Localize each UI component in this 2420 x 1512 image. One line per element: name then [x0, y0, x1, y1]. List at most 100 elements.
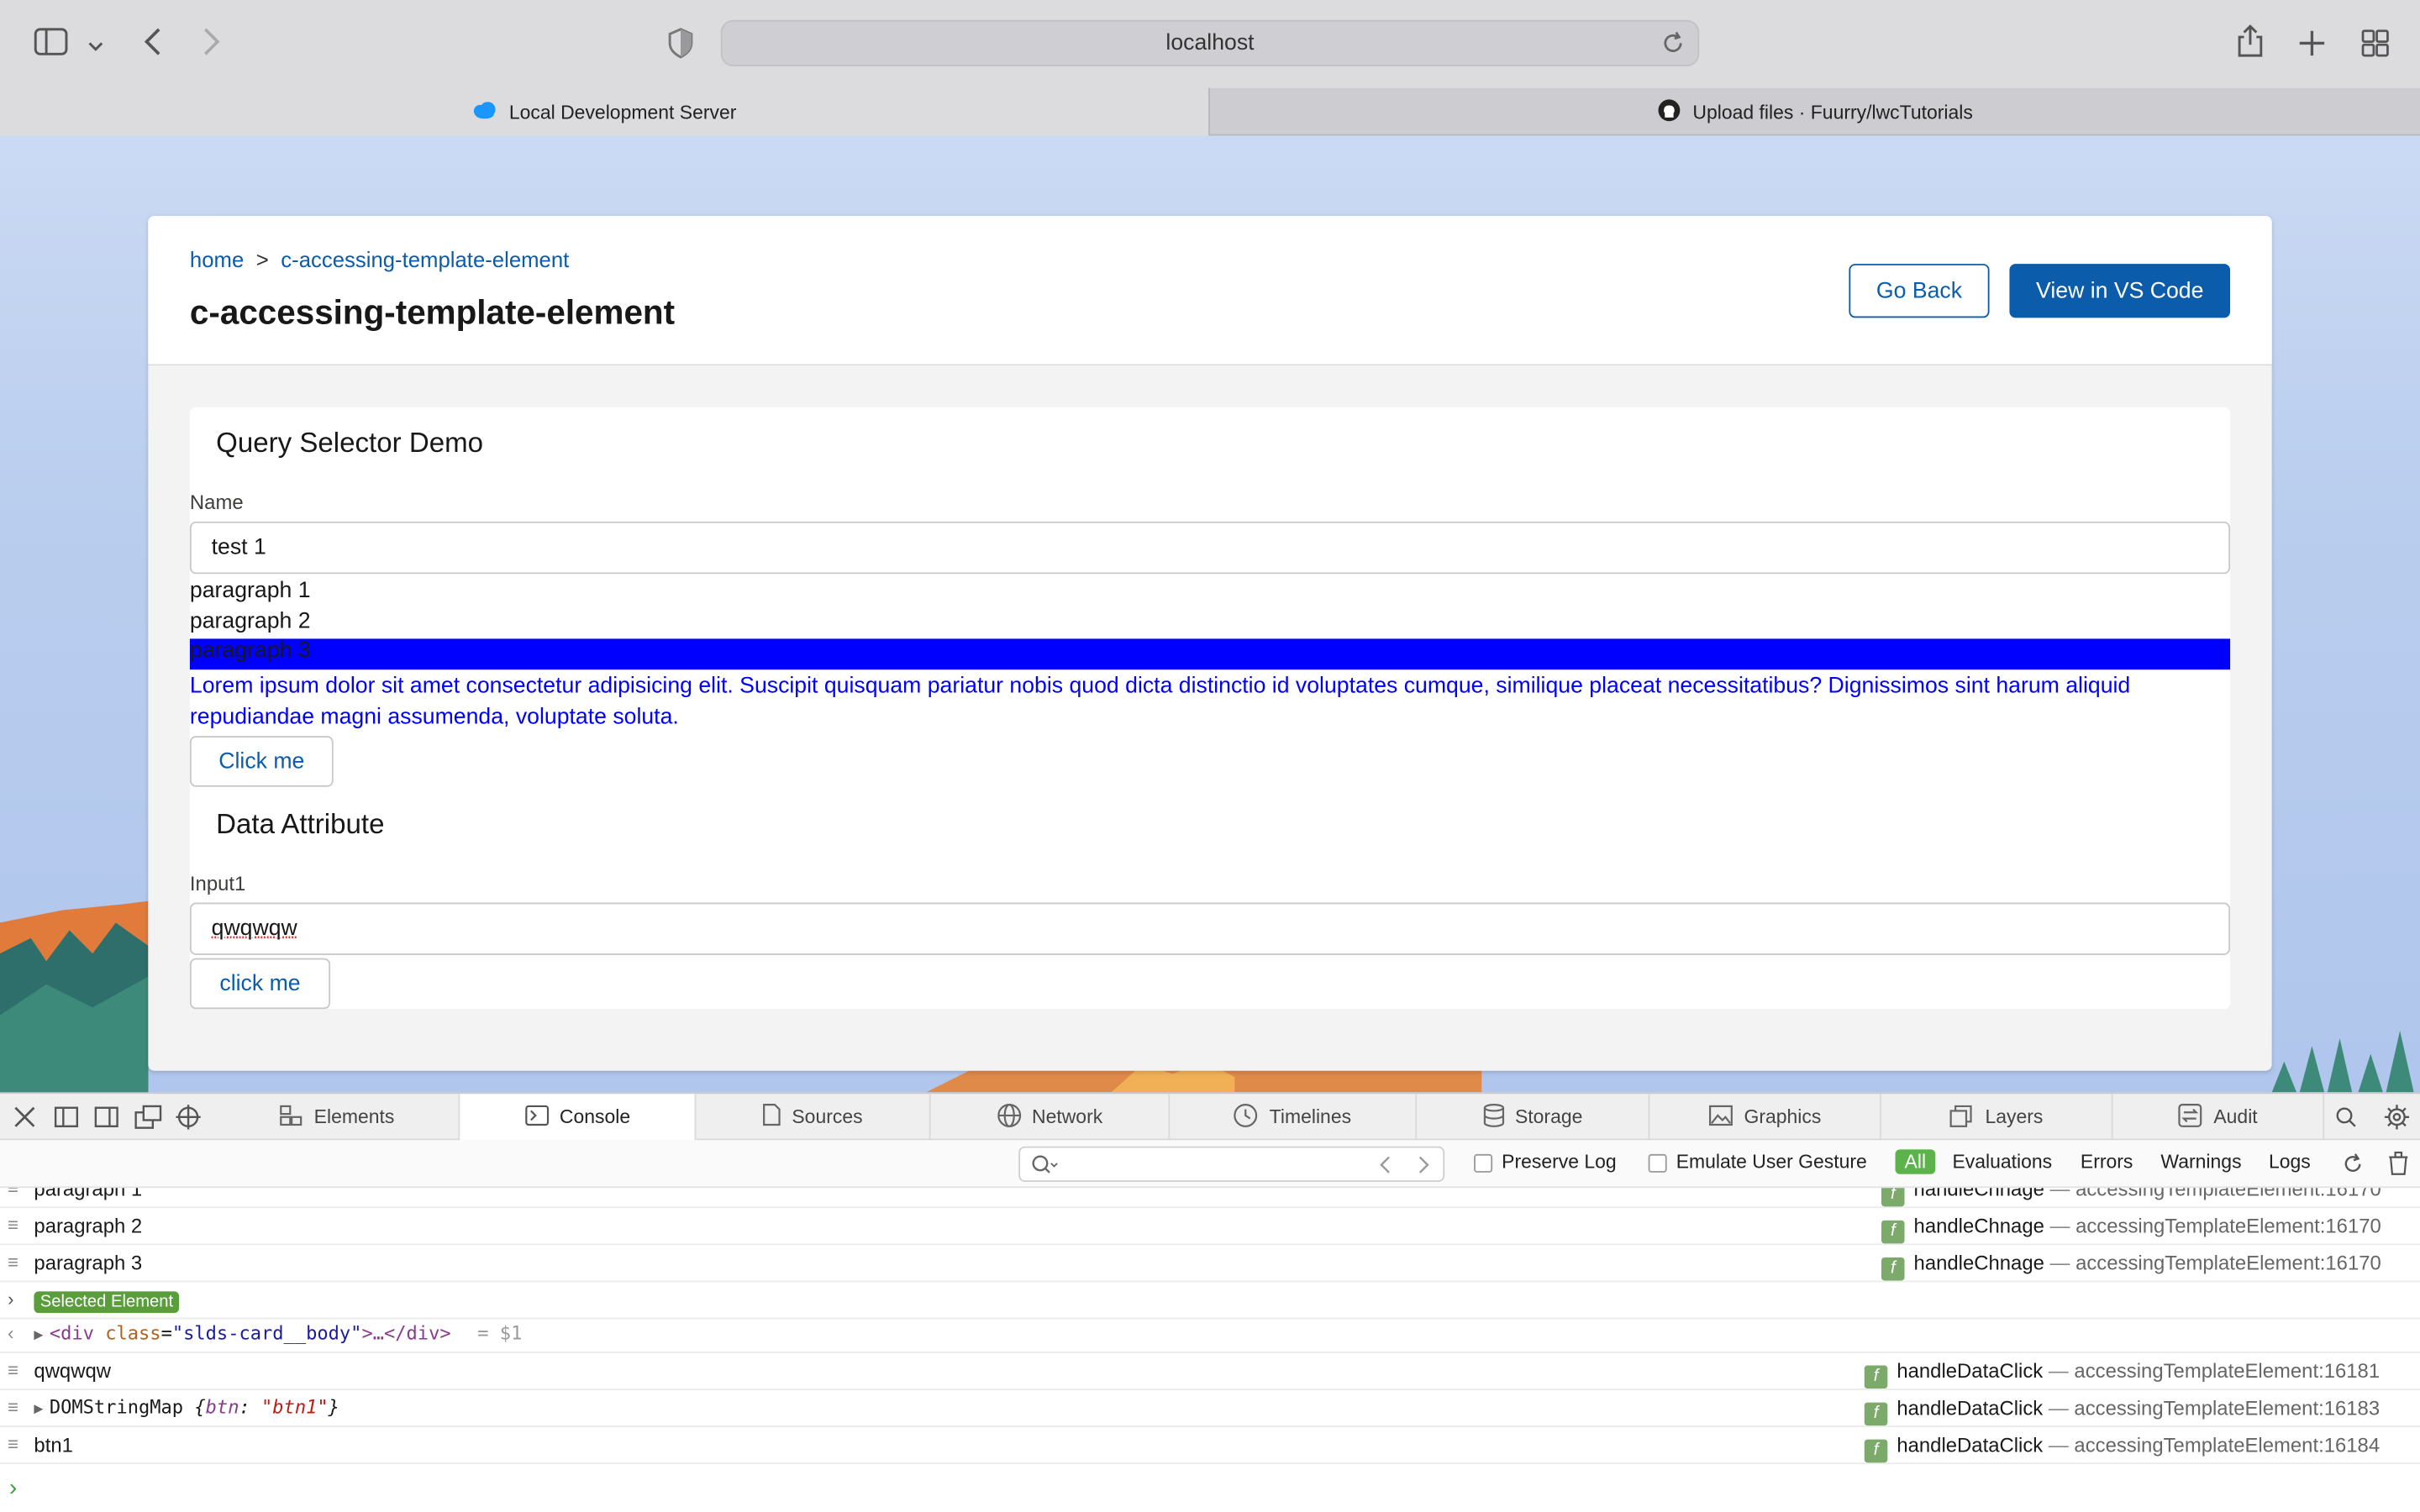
tab-console[interactable]: Console: [460, 1094, 697, 1141]
privacy-shield-icon[interactable]: [666, 28, 694, 65]
next-result-icon[interactable]: [1415, 1156, 1430, 1179]
console-row-selected-element: › Selected Element: [0, 1282, 2420, 1320]
log-icon: ≡: [8, 1433, 19, 1456]
input1-value: qwqwqw: [211, 916, 297, 942]
filter-all-button[interactable]: All: [1895, 1149, 1936, 1174]
source-location: accessingTemplateElement:16170: [2075, 1251, 2381, 1275]
element-ref: = $1: [477, 1322, 523, 1344]
tab-sources[interactable]: Sources: [696, 1094, 931, 1141]
tab-storage[interactable]: Storage: [1417, 1094, 1650, 1141]
back-icon[interactable]: [142, 26, 164, 63]
element-node[interactable]: ▶ <div class="slds-card__body">…</div> = …: [34, 1322, 522, 1344]
tab-overview-icon[interactable]: [2361, 29, 2389, 63]
console-icon: [524, 1104, 549, 1130]
undock-icon[interactable]: [134, 1105, 162, 1137]
preserve-log-checkbox[interactable]: [1474, 1153, 1493, 1173]
click-me-button[interactable]: Click me: [189, 736, 334, 787]
breadcrumb: home > c-accessing-template-element: [190, 247, 569, 271]
database-icon: [1482, 1102, 1504, 1131]
preserve-log-label: Preserve Log: [1502, 1151, 1617, 1173]
gear-icon[interactable]: [2384, 1105, 2410, 1137]
console-source[interactable]: f handleChnage — accessingTemplateElement…: [1881, 1215, 2381, 1244]
paragraph-3-highlighted: paragraph 3: [189, 638, 2231, 670]
search-icon[interactable]: [2335, 1106, 2357, 1136]
source-fn: handleChnage: [1913, 1214, 2044, 1238]
console-source[interactable]: f handleDataClick — accessingTemplateElem…: [1864, 1433, 2380, 1463]
share-icon[interactable]: [2236, 24, 2264, 65]
filter-warnings-button[interactable]: Warnings: [2160, 1151, 2241, 1173]
console-message: paragraph 1: [34, 1188, 143, 1200]
dock-bottom-icon[interactable]: [54, 1106, 79, 1136]
inspect-target-icon[interactable]: [176, 1105, 201, 1137]
chevron-down-icon[interactable]: [87, 31, 105, 62]
tab-graphics[interactable]: Graphics: [1649, 1094, 1881, 1141]
element-tag-rest: >…</div>: [361, 1322, 451, 1344]
tab-audit[interactable]: Audit: [2112, 1094, 2325, 1141]
tab-timelines[interactable]: Timelines: [1170, 1094, 1418, 1141]
source-fn: handleChnage: [1913, 1188, 2044, 1200]
result-arrow-icon: ‹: [8, 1322, 14, 1344]
console-message-object[interactable]: ▶ DOMStringMap {btn: "btn1"}: [34, 1396, 339, 1418]
emulate-gesture-checkbox[interactable]: [1648, 1153, 1667, 1173]
disclosure-triangle-icon[interactable]: ▶: [34, 1401, 43, 1418]
expand-chevron-icon[interactable]: ›: [8, 1289, 13, 1310]
page-title: c-accessing-template-element: [189, 292, 676, 332]
go-back-button[interactable]: Go Back: [1849, 264, 1990, 318]
console-source[interactable]: f handleChnage — accessingTemplateElement…: [1881, 1252, 2381, 1281]
paragraph-2: paragraph 2: [189, 609, 311, 634]
console-row: ≡ paragraph 3 f handleChnage — accessingT…: [0, 1245, 2420, 1283]
element-attr-value: "slds-card__body": [171, 1322, 362, 1344]
console-filter-bar: Preserve Log Emulate User Gesture All Ev…: [0, 1140, 2420, 1189]
filter-errors-button[interactable]: Errors: [2081, 1151, 2133, 1173]
console-source[interactable]: f handleChnage — accessingTemplateElement…: [1881, 1188, 2381, 1207]
console-source[interactable]: f handleDataClick — accessingTemplateElem…: [1864, 1396, 2380, 1426]
tab-timelines-label: Timelines: [1269, 1105, 1352, 1128]
log-icon: ≡: [8, 1214, 19, 1236]
breadcrumb-current-link[interactable]: c-accessing-template-element: [281, 247, 569, 271]
browser-tab-local-dev[interactable]: Local Development Server: [0, 87, 1209, 136]
data-click-me-button[interactable]: click me: [189, 958, 331, 1010]
sources-icon: [762, 1103, 781, 1131]
tab-layers[interactable]: Layers: [1881, 1094, 2113, 1141]
source-location: accessingTemplateElement:16170: [2075, 1188, 2381, 1200]
console-source[interactable]: f handleDataClick — accessingTemplateElem…: [1864, 1359, 2380, 1389]
element-tag-open: <div: [49, 1322, 94, 1344]
console-prompt[interactable]: ›: [0, 1466, 2420, 1512]
prev-result-icon[interactable]: [1378, 1156, 1393, 1179]
source-dash: —: [2048, 1359, 2069, 1383]
tab-sources-label: Sources: [792, 1105, 863, 1128]
card-header: home > c-accessing-template-element c-ac…: [148, 216, 2272, 366]
name-input[interactable]: test 1: [189, 521, 2231, 575]
filter-logs-button[interactable]: Logs: [2269, 1151, 2311, 1173]
tab-console-label: Console: [559, 1105, 631, 1128]
filter-evaluations-button[interactable]: Evaluations: [1952, 1151, 2052, 1173]
tab-layers-label: Layers: [1985, 1105, 2044, 1128]
breadcrumb-home-link[interactable]: home: [190, 247, 244, 271]
clear-console-icon[interactable]: [2387, 1151, 2409, 1180]
browser-tab-github[interactable]: Upload files · Fuurry/lwcTutorials: [1208, 87, 2420, 136]
element-attr-name: class: [105, 1322, 161, 1344]
paragraph-1: paragraph 1: [189, 578, 311, 604]
function-icon: f: [1864, 1365, 1888, 1389]
tab-network[interactable]: Network: [931, 1094, 1171, 1141]
view-in-vscode-button[interactable]: View in VS Code: [2009, 264, 2231, 318]
object-close: }: [328, 1396, 339, 1418]
console-message: paragraph 2: [34, 1214, 143, 1238]
reload-icon[interactable]: [1660, 31, 1685, 62]
input1-field[interactable]: qwqwqw: [189, 902, 2231, 955]
sidebar-toggle-icon[interactable]: [34, 28, 68, 61]
disclosure-triangle-icon[interactable]: ▶: [34, 1327, 43, 1344]
browser-tab-label: Upload files · Fuurry/lwcTutorials: [1692, 101, 1973, 123]
source-fn: handleDataClick: [1897, 1359, 2044, 1383]
forward-icon[interactable]: [201, 26, 223, 63]
lorem-paragraph: Lorem ipsum dolor sit amet consectetur a…: [189, 674, 2131, 730]
tab-elements[interactable]: Elements: [216, 1094, 460, 1141]
dock-side-icon[interactable]: [94, 1106, 118, 1136]
log-icon: ≡: [8, 1396, 19, 1418]
log-icon: ≡: [8, 1251, 19, 1273]
address-bar[interactable]: localhost: [720, 19, 1700, 66]
new-tab-icon[interactable]: [2298, 29, 2326, 63]
console-filter-input[interactable]: [1018, 1146, 1445, 1182]
close-devtools-icon[interactable]: [14, 1106, 36, 1136]
reload-console-icon[interactable]: [2341, 1152, 2365, 1180]
